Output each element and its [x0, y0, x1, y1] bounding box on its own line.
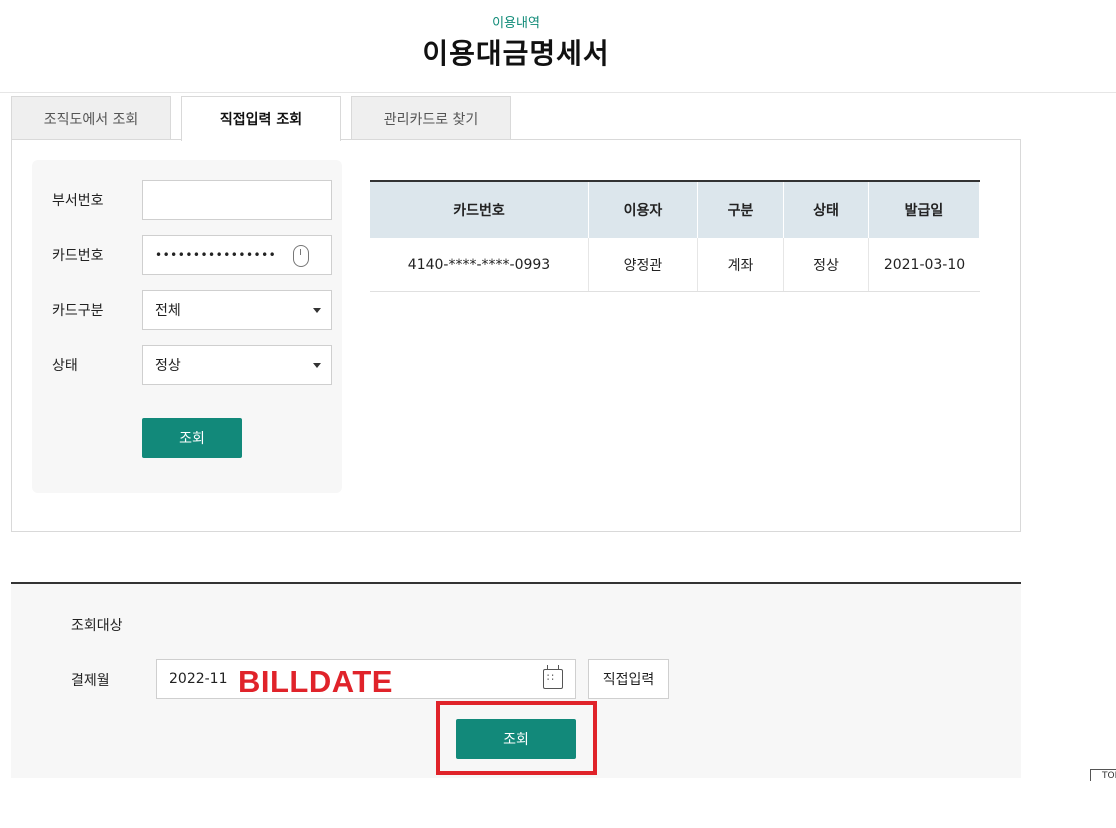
card-search-button[interactable]: 조회: [142, 418, 242, 458]
table-row[interactable]: 4140-****-****-0993 양정관 계좌 정상 2021-03-10: [370, 238, 980, 292]
column-header-type: 구분: [698, 182, 784, 238]
column-header-issue-date: 발급일: [869, 182, 980, 238]
cell-type: 계좌: [698, 238, 784, 291]
payment-month-label: 결제월: [71, 673, 110, 689]
page-header: 이용내역 이용대금명세서: [0, 0, 1116, 93]
cell-card-number: 4140-****-****-0993: [370, 238, 589, 291]
direct-input-button[interactable]: 직접입력: [588, 659, 669, 699]
dept-number-label: 부서번호: [52, 193, 104, 209]
cell-user: 양정관: [589, 238, 698, 291]
page-title: 이용대금명세서: [422, 37, 610, 70]
card-type-select[interactable]: 전체: [142, 290, 332, 330]
card-result-table: 카드번호 이용자 구분 상태 발급일 4140-****-****-0993 양…: [370, 180, 980, 292]
card-type-label: 카드구분: [52, 303, 104, 319]
dept-number-input[interactable]: [142, 180, 332, 220]
column-header-user: 이용자: [589, 182, 698, 238]
page-subtitle: 이용내역: [492, 16, 540, 31]
status-value: 정상: [155, 358, 181, 374]
highlight-box: [436, 701, 597, 775]
tab-direct-input-search[interactable]: 직접입력 조회: [181, 96, 341, 141]
billdate-annotation: BILLDATE: [238, 664, 393, 699]
table-header-row: 카드번호 이용자 구분 상태 발급일: [370, 182, 980, 238]
tab-org-chart-search[interactable]: 조직도에서 조회: [11, 96, 171, 140]
card-number-input[interactable]: ••••••••••••••••: [142, 235, 332, 275]
tab-managed-card-search[interactable]: 관리카드로 찾기: [351, 96, 511, 140]
column-header-card-number: 카드번호: [370, 182, 589, 238]
cell-issue-date: 2021-03-10: [883, 256, 966, 273]
cell-status: 정상: [784, 238, 869, 291]
query-target-label: 조회대상: [71, 618, 123, 634]
scroll-top-button[interactable]: TOP: [1090, 769, 1116, 781]
calendar-icon[interactable]: [543, 665, 563, 689]
payment-month-value: 2022-11: [169, 671, 228, 687]
card-type-value: 전체: [155, 303, 181, 319]
status-select[interactable]: 정상: [142, 345, 332, 385]
card-number-label: 카드번호: [52, 248, 104, 264]
caret-down-icon: [313, 308, 321, 313]
card-number-value: ••••••••••••••••: [155, 248, 277, 262]
mouse-icon[interactable]: [293, 245, 309, 267]
status-label: 상태: [52, 358, 78, 374]
caret-down-icon: [313, 363, 321, 368]
column-header-status: 상태: [784, 182, 869, 238]
